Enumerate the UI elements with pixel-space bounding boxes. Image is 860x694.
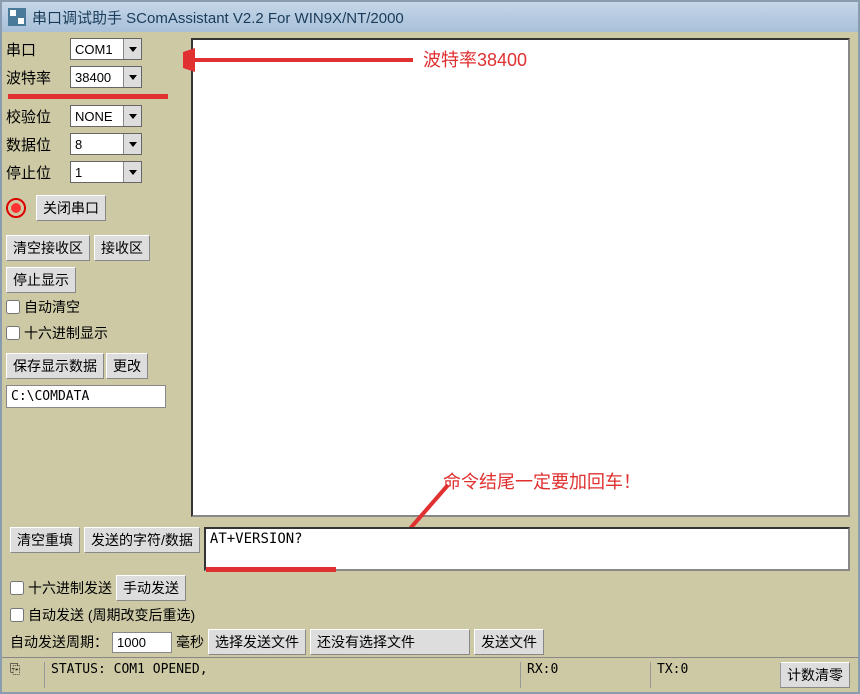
save-path-field[interactable]: C:\COMDATA [6, 385, 166, 408]
hex-display-label: 十六进制显示 [24, 323, 108, 343]
status-grip-icon: ⎘ [10, 662, 24, 688]
baud-combo[interactable]: 38400 [70, 66, 142, 88]
titlebar: 串口调试助手 SComAssistant V2.2 For WIN9X/NT/2… [2, 2, 858, 32]
app-window: 串口调试助手 SComAssistant V2.2 For WIN9X/NT/2… [0, 0, 860, 694]
modify-button[interactable]: 更改 [106, 353, 148, 379]
period-input[interactable] [112, 632, 172, 653]
ms-label: 毫秒 [176, 632, 204, 652]
stopbits-combo[interactable]: 1 [70, 161, 142, 183]
baud-arrow-icon [183, 48, 423, 78]
port-combo[interactable]: COM1 [70, 38, 142, 60]
status-bar: ⎘ STATUS: COM1 OPENED, RX:0 TX:0 计数清零 [2, 657, 858, 692]
sidebar: 串口 COM1 波特率 38400 校验位 [2, 32, 187, 523]
databits-combo[interactable]: 8 [70, 133, 142, 155]
parity-value: NONE [75, 109, 113, 124]
parity-label: 校验位 [6, 106, 64, 127]
chevron-down-icon[interactable] [123, 162, 141, 182]
status-rx: RX:0 [520, 662, 630, 688]
clear-refill-button[interactable]: 清空重填 [10, 527, 80, 553]
save-display-data-button[interactable]: 保存显示数据 [6, 353, 104, 379]
port-label: 串口 [6, 39, 64, 60]
client-area: 串口 COM1 波特率 38400 校验位 [2, 32, 858, 692]
auto-clear-label: 自动清空 [24, 297, 80, 317]
databits-value: 8 [75, 137, 82, 152]
hex-send-checkbox[interactable] [10, 581, 24, 595]
close-port-button[interactable]: 关闭串口 [36, 195, 106, 221]
manual-send-button[interactable]: 手动发送 [116, 575, 186, 601]
window-title: 串口调试助手 SComAssistant V2.2 For WIN9X/NT/2… [32, 7, 404, 28]
send-input-value: AT+VERSION? [210, 531, 303, 547]
status-text: STATUS: COM1 OPENED, [44, 662, 500, 688]
send-input[interactable]: AT+VERSION? [204, 527, 850, 571]
hex-send-label: 十六进制发送 [28, 578, 112, 598]
select-send-file-button[interactable]: 选择发送文件 [208, 629, 306, 655]
auto-clear-checkbox[interactable] [6, 300, 20, 314]
status-tx: TX:0 [650, 662, 760, 688]
send-file-button[interactable]: 发送文件 [474, 629, 544, 655]
auto-send-label: 自动发送 (周期改变后重选) [28, 605, 195, 625]
bottom-panel: 清空重填 发送的字符/数据 AT+VERSION? 十六进制发送 手动发送 自动… [2, 523, 858, 657]
stop-display-button[interactable]: 停止显示 [6, 267, 76, 293]
app-icon [8, 8, 26, 26]
baud-highlight-underline [8, 94, 168, 99]
stopbits-value: 1 [75, 165, 82, 180]
recv-area-button[interactable]: 接收区 [94, 235, 150, 261]
databits-label: 数据位 [6, 134, 64, 155]
clear-recv-button[interactable]: 清空接收区 [6, 235, 90, 261]
baud-annotation-text: 波特率38400 [423, 46, 527, 72]
cr-annotation-text: 命令结尾一定要加回车！ [443, 468, 641, 494]
upper-area: 串口 COM1 波特率 38400 校验位 [2, 32, 858, 523]
chevron-down-icon[interactable] [123, 106, 141, 126]
port-status-indicator-icon [6, 198, 26, 218]
hex-display-checkbox[interactable] [6, 326, 20, 340]
auto-send-checkbox[interactable] [10, 608, 24, 622]
stopbits-label: 停止位 [6, 162, 64, 183]
baud-label: 波特率 [6, 67, 64, 88]
sent-chars-button[interactable]: 发送的字符/数据 [84, 527, 200, 553]
no-file-selected-label: 还没有选择文件 [310, 629, 470, 655]
counter-clear-button[interactable]: 计数清零 [780, 662, 850, 688]
send-highlight-underline [206, 567, 336, 572]
parity-combo[interactable]: NONE [70, 105, 142, 127]
chevron-down-icon[interactable] [123, 134, 141, 154]
receive-textarea[interactable]: 波特率38400 命令结尾一定要加回车！ [191, 38, 850, 517]
auto-send-period-label: 自动发送周期： [10, 632, 108, 652]
chevron-down-icon[interactable] [123, 67, 141, 87]
port-value: COM1 [75, 42, 113, 57]
baud-value: 38400 [75, 70, 111, 85]
chevron-down-icon[interactable] [123, 39, 141, 59]
